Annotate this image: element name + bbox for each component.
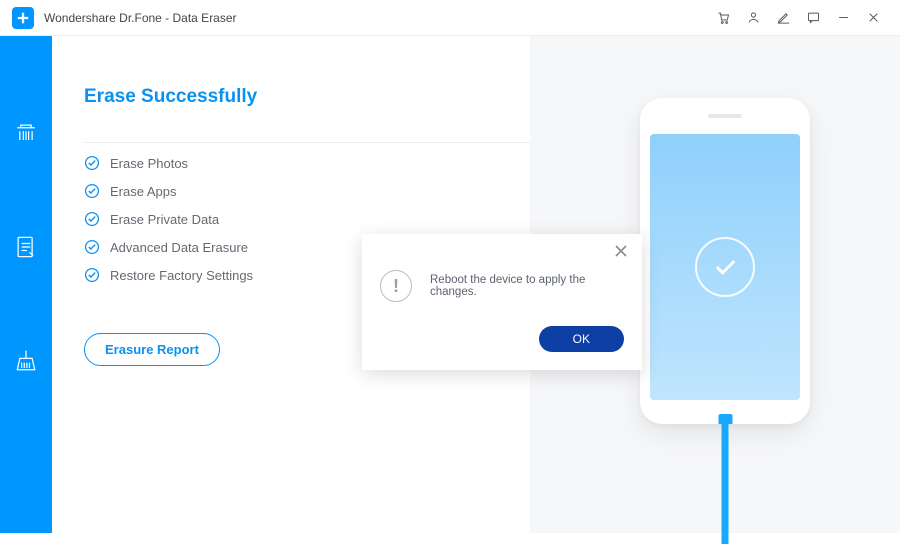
dialog-message: Reboot the device to apply the changes. <box>430 274 624 298</box>
app-logo-icon <box>12 7 34 29</box>
app-title: Wondershare Dr.Fone - Data Eraser <box>44 11 237 25</box>
check-icon <box>84 267 100 283</box>
device-cable <box>722 424 729 544</box>
minimize-icon[interactable] <box>828 3 858 33</box>
sidebar-item-erase[interactable] <box>9 116 43 150</box>
erasure-report-button[interactable]: Erasure Report <box>84 333 220 366</box>
titlebar: Wondershare Dr.Fone - Data Eraser <box>0 0 900 36</box>
sidebar-item-report[interactable] <box>9 230 43 264</box>
edit-icon[interactable] <box>768 3 798 33</box>
warning-icon: ! <box>380 270 412 302</box>
task-label: Restore Factory Settings <box>110 268 253 283</box>
device-illustration <box>640 98 810 424</box>
sidebar <box>0 36 52 533</box>
close-icon[interactable] <box>858 3 888 33</box>
task-label: Erase Photos <box>110 156 188 171</box>
device-check-icon <box>695 237 755 297</box>
divider <box>84 142 540 143</box>
task-label: Advanced Data Erasure <box>110 240 248 255</box>
feedback-icon[interactable] <box>798 3 828 33</box>
check-icon <box>84 239 100 255</box>
content-area: Erase Successfully Erase Photos Erase Ap… <box>52 36 900 533</box>
check-icon <box>84 155 100 171</box>
dialog-close-icon[interactable] <box>612 242 630 260</box>
task-label: Erase Apps <box>110 184 177 199</box>
task-label: Erase Private Data <box>110 212 219 227</box>
check-icon <box>84 211 100 227</box>
check-icon <box>84 183 100 199</box>
cart-icon[interactable] <box>708 3 738 33</box>
device-screen <box>650 134 800 400</box>
ok-button[interactable]: OK <box>539 326 624 352</box>
reboot-dialog: ! Reboot the device to apply the changes… <box>362 234 642 370</box>
sidebar-item-clean[interactable] <box>9 344 43 378</box>
user-icon[interactable] <box>738 3 768 33</box>
